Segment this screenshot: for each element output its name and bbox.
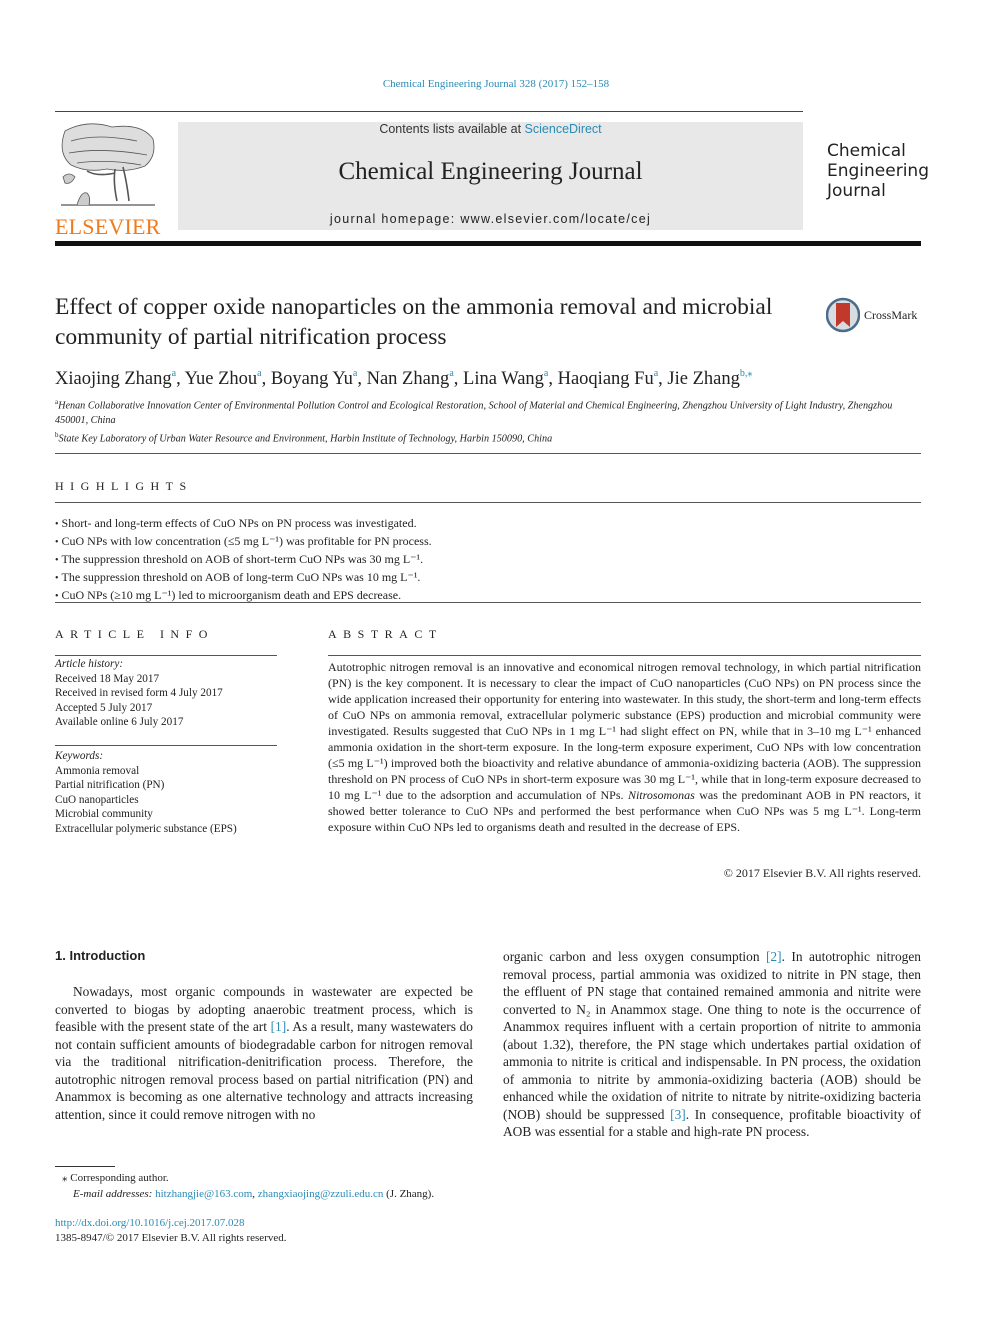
elsevier-logo[interactable]: ELSEVIER	[55, 121, 160, 238]
email-link[interactable]: hitzhangjie@163.com	[155, 1188, 252, 1200]
author[interactable]: Yue Zhoua	[185, 368, 262, 389]
affiliations: aHenan Collaborative Innovation Center o…	[55, 395, 921, 447]
footnote-rule	[55, 1166, 115, 1167]
body-column-left: Nowadays, most organic compounds in wast…	[55, 983, 473, 1123]
email-note: E-mail addresses: hitzhangjie@163.com, z…	[73, 1188, 435, 1200]
sciencedirect-link[interactable]: ScienceDirect	[525, 122, 602, 136]
history-item: Received 18 May 2017	[55, 672, 160, 685]
intro-paragraph: Nowadays, most organic compounds in wast…	[55, 984, 473, 1122]
header-thick-rule	[55, 241, 921, 246]
contents-line: Contents lists available at ScienceDirec…	[379, 122, 602, 136]
reference-link[interactable]: [3]	[670, 1107, 686, 1122]
divider	[55, 502, 921, 503]
header-rule	[55, 111, 803, 112]
keyword: Microbial community	[55, 808, 153, 820]
email-link[interactable]: zhangxiaojing@zzuli.edu.cn	[258, 1188, 384, 1200]
abstract-heading: ABSTRACT	[328, 627, 443, 641]
divider	[55, 602, 921, 603]
intro-paragraph-continued: organic carbon and less oxygen consumpti…	[503, 949, 922, 1139]
history-item: Received in revised form 4 July 2017	[55, 687, 223, 699]
highlight-item: The suppression threshold on AOB of shor…	[55, 551, 921, 569]
abstract-copyright: © 2017 Elsevier B.V. All rights reserved…	[723, 866, 921, 880]
divider	[55, 655, 277, 656]
issn-copyright: 1385-8947/© 2017 Elsevier B.V. All right…	[55, 1232, 287, 1244]
divider	[55, 745, 277, 746]
author[interactable]: Boyang Yua	[271, 368, 358, 389]
keyword: Partial nitrification (PN)	[55, 779, 165, 791]
journal-banner: Contents lists available at ScienceDirec…	[178, 122, 803, 230]
author[interactable]: Jie Zhangb,⁎	[667, 368, 752, 389]
doi-block: http://dx.doi.org/10.1016/j.cej.2017.07.…	[55, 1216, 287, 1246]
highlights-list: Short- and long-term effects of CuO NPs …	[55, 515, 921, 605]
keyword: Extracellular polymeric substance (EPS)	[55, 822, 237, 835]
keywords: Keywords: Ammonia removal Partial nitrif…	[55, 749, 277, 836]
article-title: Effect of copper oxide nanoparticles on …	[55, 294, 773, 350]
highlight-item: Short- and long-term effects of CuO NPs …	[55, 515, 921, 533]
elsevier-wordmark: ELSEVIER	[55, 214, 161, 239]
footnotes: ⁎ Corresponding author. E-mail addresses…	[55, 1170, 434, 1202]
affiliation-a: aHenan Collaborative Innovation Center o…	[55, 398, 893, 426]
reference-link[interactable]: [1]	[271, 1019, 287, 1034]
author[interactable]: Lina Wanga	[463, 368, 548, 389]
crossmark-icon	[826, 297, 860, 333]
author[interactable]: Nan Zhanga	[367, 368, 454, 389]
journal-title: Chemical Engineering Journal	[338, 158, 643, 185]
highlight-item: CuO NPs with low concentration (≤5 mg L⁻…	[55, 533, 921, 551]
elsevier-tree-icon	[61, 123, 155, 206]
article-info-heading: ARTICLE INFO	[55, 627, 214, 641]
highlight-item: The suppression threshold on AOB of long…	[55, 569, 921, 587]
author[interactable]: Xiaojing Zhanga	[55, 368, 176, 389]
journal-cover-title[interactable]: Chemical Engineering Journal	[827, 141, 929, 201]
section-heading-introduction: 1. Introduction	[55, 948, 146, 963]
highlights-heading: HIGHLIGHTS	[55, 479, 193, 493]
journal-citation[interactable]: Chemical Engineering Journal 328 (2017) …	[0, 78, 992, 90]
keyword: Ammonia removal	[55, 764, 140, 777]
divider	[328, 655, 921, 656]
divider	[55, 453, 921, 454]
article-history: Article history: Received 18 May 2017 Re…	[55, 657, 277, 730]
body-column-right: organic carbon and less oxygen consumpti…	[503, 948, 921, 1141]
journal-homepage[interactable]: journal homepage: www.elsevier.com/locat…	[178, 212, 803, 226]
reference-link[interactable]: [2]	[766, 949, 782, 964]
author-list: Xiaojing Zhanga, Yue Zhoua, Boyang Yua, …	[55, 368, 753, 389]
affiliation-b: bState Key Laboratory of Urban Water Res…	[55, 431, 553, 445]
abstract-text: Autotrophic nitrogen removal is an innov…	[328, 660, 921, 834]
keyword: CuO nanoparticles	[55, 793, 139, 806]
history-item: Available online 6 July 2017	[55, 716, 184, 728]
corresponding-author-note: ⁎ Corresponding author.	[62, 1172, 169, 1184]
crossmark-button[interactable]: CrossMark	[826, 297, 917, 333]
author[interactable]: Haoqiang Fua	[558, 368, 659, 389]
history-item: Accepted 5 July 2017	[55, 701, 153, 714]
doi-link[interactable]: http://dx.doi.org/10.1016/j.cej.2017.07.…	[55, 1217, 245, 1229]
